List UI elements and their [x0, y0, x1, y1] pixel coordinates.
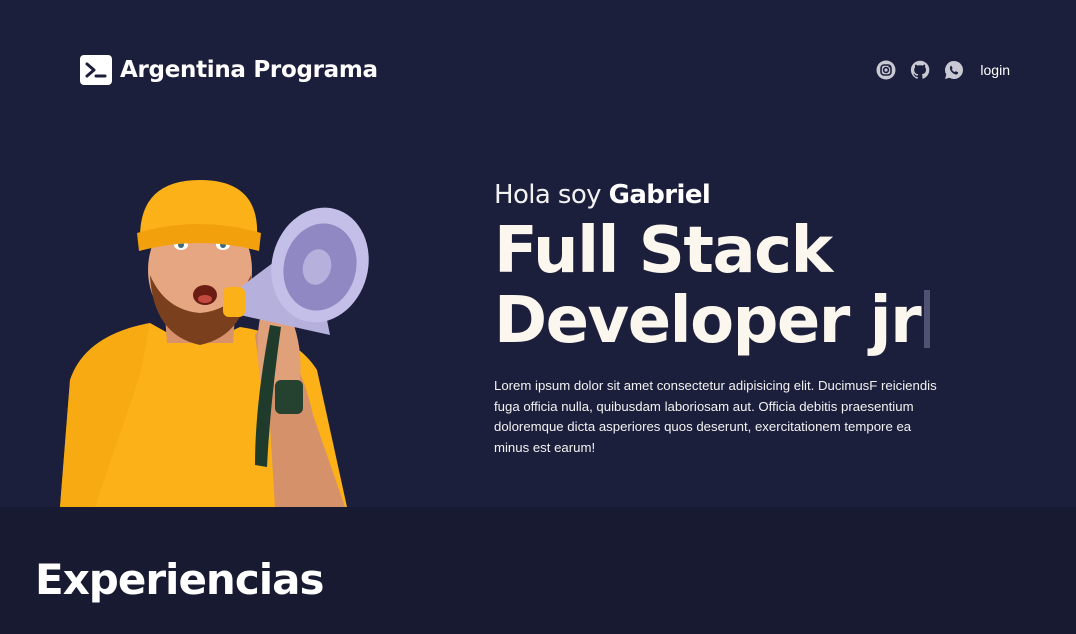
experiences-title: Experiencias	[35, 555, 324, 604]
brand-link[interactable]: Argentina Programa	[80, 55, 378, 85]
brand-name: Argentina Programa	[120, 57, 378, 83]
nav-right: login	[876, 60, 1010, 80]
login-link[interactable]: login	[980, 62, 1010, 78]
typing-caret	[924, 290, 931, 348]
greeting-name: Gabriel	[608, 180, 711, 210]
greeting: Hola soy Gabriel	[494, 178, 944, 212]
hero-photo	[55, 175, 375, 507]
instagram-icon[interactable]	[876, 60, 896, 80]
hero-text: Hola soy Gabriel Full Stack Developer jr…	[494, 178, 944, 458]
role-line-2: Developer jr	[494, 284, 922, 358]
hero-description: Lorem ipsum dolor sit amet consectetur a…	[494, 378, 937, 455]
whatsapp-icon[interactable]	[944, 60, 964, 80]
experiences-section: Experiencias	[0, 507, 1076, 634]
role-line-1: Full Stack	[494, 214, 833, 288]
role-title: Full Stack Developer jr	[494, 216, 944, 356]
github-icon[interactable]	[910, 60, 930, 80]
navbar: Argentina Programa login	[0, 0, 1076, 140]
greeting-prefix: Hola soy	[494, 180, 602, 210]
terminal-icon	[80, 55, 112, 85]
